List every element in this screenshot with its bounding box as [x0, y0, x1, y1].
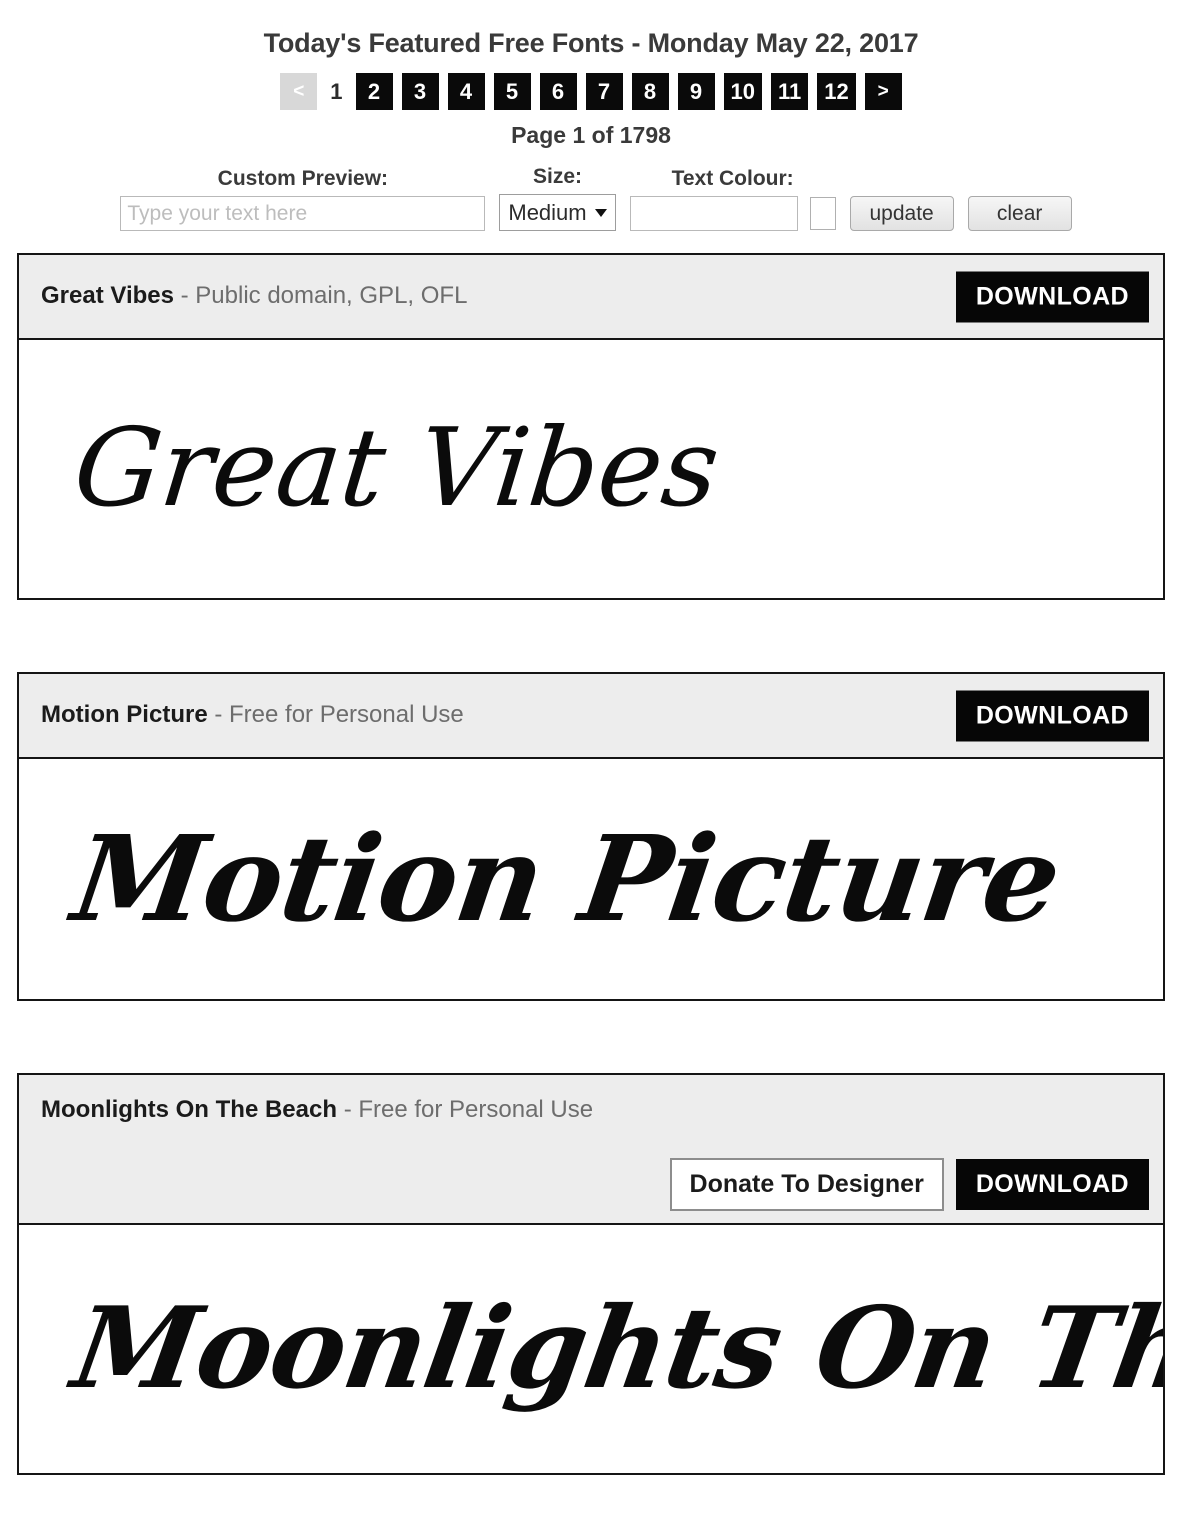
font-preview-area: Great Vibes — [19, 340, 1163, 598]
pagination-page-2[interactable]: 2 — [355, 73, 393, 110]
font-name: Motion Picture — [41, 701, 208, 729]
text-colour-label: Text Colour: — [671, 167, 794, 190]
chevron-down-icon — [594, 208, 607, 217]
font-card-actions: DOWNLOAD — [955, 271, 1149, 322]
pagination-page-11[interactable]: 11 — [770, 73, 809, 110]
pagination-page-4[interactable]: 4 — [447, 73, 485, 110]
size-select[interactable]: Medium — [499, 194, 616, 231]
size-label: Size: — [532, 165, 582, 188]
pagination-page-9[interactable]: 9 — [677, 73, 715, 110]
font-card-title: Great Vibes - Public domain, GPL, OFL — [41, 283, 467, 309]
page-count-label: Page 1 of 1798 — [511, 122, 671, 148]
font-card-header: Motion Picture - Free for Personal Use D… — [19, 674, 1163, 759]
colour-swatch[interactable] — [809, 197, 836, 230]
font-card-actions: DOWNLOAD — [955, 690, 1149, 741]
font-card-header: Great Vibes - Public domain, GPL, OFL DO… — [19, 255, 1163, 340]
font-card-actions: Donate To Designer DOWNLOAD — [669, 1158, 1149, 1211]
pagination-page-5[interactable]: 5 — [493, 73, 531, 110]
font-license: - Public domain, GPL, OFL — [180, 282, 468, 310]
pagination-page-12[interactable]: 12 — [817, 73, 856, 110]
pagination-page-6[interactable]: 6 — [539, 73, 577, 110]
font-license: - Free for Personal Use — [214, 701, 464, 729]
font-name: Moonlights On The Beach — [41, 1096, 338, 1123]
text-colour-control: Text Colour: — [629, 167, 836, 231]
font-specimen: Moonlights On The Beach — [64, 1283, 1163, 1414]
font-specimen: Motion Picture — [65, 809, 1069, 948]
size-control: Size: Medium — [499, 165, 616, 231]
font-name: Great Vibes — [41, 282, 174, 310]
size-select-value: Medium — [508, 199, 587, 225]
preview-controls: Custom Preview: Size: Medium Text Colour… — [0, 165, 1182, 231]
font-specimen: Great Vibes — [68, 406, 725, 531]
donate-to-designer-button[interactable]: Donate To Designer — [669, 1158, 944, 1211]
font-preview-area: Motion Picture — [19, 759, 1163, 999]
custom-preview-input[interactable] — [120, 196, 486, 231]
pagination-page-8[interactable]: 8 — [631, 73, 669, 110]
page-title: Today's Featured Free Fonts - Monday May… — [263, 28, 919, 58]
pagination-current-page: 1 — [330, 78, 343, 104]
download-button[interactable]: DOWNLOAD — [955, 690, 1149, 741]
custom-preview-control: Custom Preview: — [120, 167, 486, 231]
font-card-header: Moonlights On The Beach - Free for Perso… — [19, 1075, 1163, 1225]
pagination: < 1 2 3 4 5 6 7 8 9 10 11 12 > — [0, 73, 1182, 110]
text-colour-row — [629, 196, 836, 231]
pagination-next-button[interactable]: > — [864, 73, 902, 110]
pagination-prev-button[interactable]: < — [280, 73, 318, 110]
font-license: - Free for Personal Use — [343, 1096, 594, 1123]
font-card: Great Vibes - Public domain, GPL, OFL DO… — [17, 253, 1165, 600]
update-button[interactable]: update — [849, 196, 954, 231]
text-colour-input[interactable] — [629, 196, 798, 231]
download-button[interactable]: DOWNLOAD — [955, 271, 1149, 322]
download-button[interactable]: DOWNLOAD — [955, 1159, 1149, 1210]
font-card: Motion Picture - Free for Personal Use D… — [17, 672, 1165, 1001]
clear-button[interactable]: clear — [967, 196, 1072, 231]
font-card: Moonlights On The Beach - Free for Perso… — [17, 1073, 1165, 1475]
font-card-title: Motion Picture - Free for Personal Use — [41, 702, 464, 728]
pagination-page-10[interactable]: 10 — [723, 73, 762, 110]
pagination-page-3[interactable]: 3 — [401, 73, 439, 110]
pagination-page-7[interactable]: 7 — [585, 73, 623, 110]
font-card-title: Moonlights On The Beach - Free for Perso… — [41, 1087, 1149, 1123]
custom-preview-label: Custom Preview: — [217, 167, 389, 190]
font-list: Great Vibes - Public domain, GPL, OFL DO… — [0, 253, 1182, 1475]
font-preview-area: Moonlights On The Beach — [19, 1225, 1163, 1473]
